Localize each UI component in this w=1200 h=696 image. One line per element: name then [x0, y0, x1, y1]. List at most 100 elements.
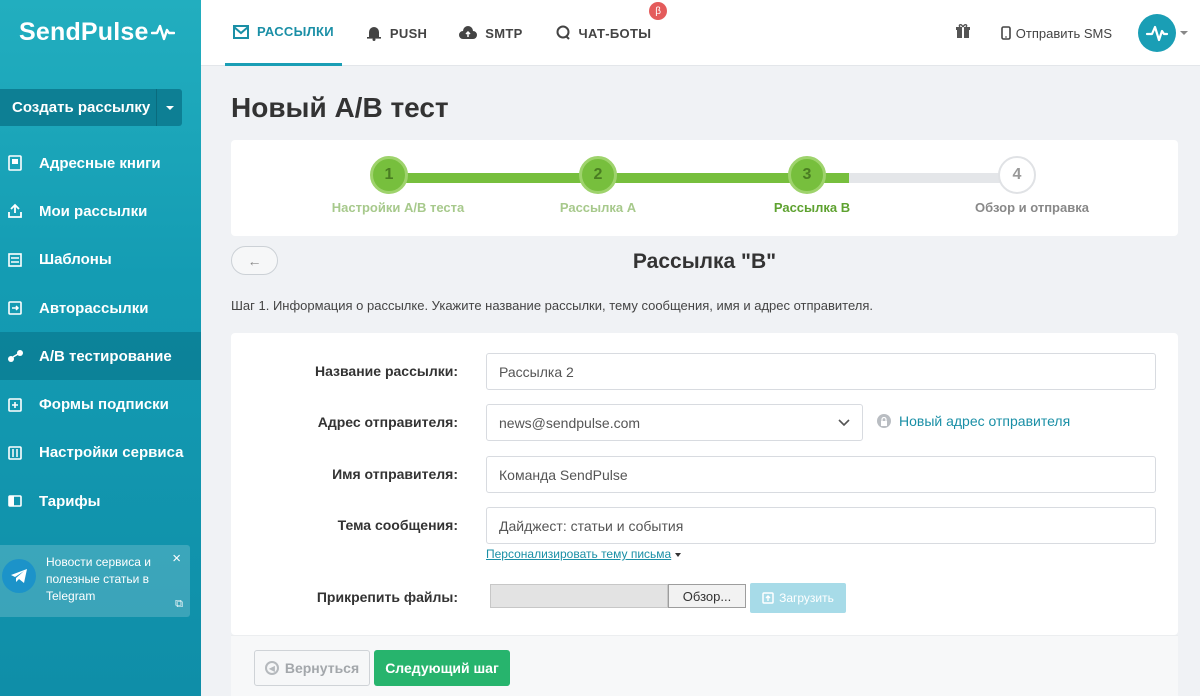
step-4-label: Обзор и отправка [975, 200, 1089, 215]
top-right-actions: Отправить SMS [955, 0, 1200, 66]
campaign-name-label: Название рассылки: [314, 363, 458, 379]
cloud-upload-icon [459, 26, 478, 39]
step-2-label[interactable]: Рассылка A [498, 200, 698, 215]
pricing-icon [0, 493, 39, 509]
subject-label: Тема сообщения: [337, 517, 458, 533]
mail-icon [233, 24, 249, 39]
tab-label: РАССЫЛКИ [257, 24, 334, 39]
form-footer: ◀ Вернуться Следующий шаг [231, 635, 1178, 696]
back-button-label: Вернуться [284, 660, 360, 676]
sidebar-item-label: A/B тестирование [39, 347, 172, 365]
new-sender-address-link[interactable]: Новый адрес отправителя [877, 413, 1070, 429]
telegram-banner[interactable]: Новости сервиса и полезные статьи в Tele… [0, 545, 190, 617]
campaign-name-input[interactable]: Рассылка 2 [486, 353, 1156, 390]
sidebar-item-ab-testing[interactable]: A/B тестирование [0, 332, 201, 381]
attach-files-label: Прикрепить файлы: [316, 589, 458, 605]
sidebar-item-label: Формы подписки [39, 396, 169, 414]
step-3-circle: 3 [788, 156, 826, 194]
pulse-icon [1145, 25, 1169, 42]
beta-badge: β [649, 2, 668, 20]
templates-icon [0, 252, 39, 268]
sidebar-item-pricing[interactable]: Тарифы [0, 477, 201, 525]
sender-address-value: news@sendpulse.com [499, 414, 641, 431]
sidebar-nav: Адресные книги Мои рассылки Шаблоны Авто… [0, 139, 201, 525]
upload-button[interactable]: Загрузить [750, 583, 846, 613]
sidebar-item-label: Мои рассылки [39, 202, 148, 220]
tab-chatbots[interactable]: ЧАТ-БОТЫ β [547, 0, 668, 66]
next-step-button[interactable]: Следующий шаг [374, 650, 510, 686]
subscription-form-icon [0, 397, 39, 413]
close-icon[interactable]: × [172, 550, 181, 567]
page-title: Новый A/B тест [231, 92, 449, 123]
upload-icon [0, 203, 39, 219]
sidebar-item-label: Тарифы [39, 492, 101, 510]
sender-name-input[interactable]: Команда SendPulse [486, 456, 1156, 493]
gift-icon[interactable] [955, 23, 971, 44]
personalize-subject-label: Персонализировать тему письма [486, 547, 672, 561]
step-1-label[interactable]: Настройки A/B теста [298, 200, 498, 215]
channel-tabs: РАССЫЛКИ PUSH SMTP ЧАТ-БОТЫ β [225, 0, 675, 66]
new-sender-address-label: Новый адрес отправителя [899, 413, 1071, 429]
sender-name-label: Имя отправителя: [332, 466, 458, 482]
telegram-icon [2, 559, 36, 593]
phone-icon [1000, 26, 1011, 40]
step-1-circle[interactable]: 1 [370, 156, 408, 194]
sidebar-item-service-settings[interactable]: Настройки сервиса [0, 429, 201, 477]
top-navigation: РАССЫЛКИ PUSH SMTP ЧАТ-БОТЫ β Отправить … [201, 0, 1200, 66]
sidebar-item-address-books[interactable]: Адресные книги [0, 139, 201, 187]
browse-button[interactable]: Обзор... [668, 584, 746, 608]
pulse-logo-icon [150, 24, 175, 41]
step-2-circle[interactable]: 2 [579, 156, 617, 194]
upload-file-icon [762, 592, 774, 604]
sidebar-item-label: Шаблоны [39, 251, 112, 269]
campaign-form: Название рассылки: Рассылка 2 Адрес отпр… [231, 333, 1178, 635]
bell-icon [366, 27, 381, 41]
chevron-down-icon [838, 418, 850, 426]
upload-label: Загрузить [779, 591, 834, 605]
telegram-banner-text: Новости сервиса и полезные статьи в Tele… [46, 555, 151, 603]
external-link-icon[interactable]: ⧉ [175, 598, 183, 611]
sidebar-item-label: Адресные книги [39, 154, 161, 172]
send-sms-button[interactable]: Отправить SMS [1000, 25, 1112, 41]
stepper-progress-done [389, 173, 849, 183]
sender-address-select[interactable]: news@sendpulse.com [486, 404, 863, 441]
create-campaign-button[interactable]: Создать рассылку [0, 89, 156, 126]
create-campaign-dropdown-toggle[interactable] [156, 89, 182, 126]
chevron-down-icon[interactable] [1180, 31, 1188, 35]
sidebar-item-label: Настройки сервиса [39, 444, 184, 462]
avatar[interactable] [1138, 14, 1176, 52]
step-instructions: Шаг 1. Информация о рассылке. Укажите на… [231, 298, 874, 313]
sender-address-label: Адрес отправителя: [317, 414, 458, 430]
step-3-label: Рассылка B [773, 200, 851, 215]
step-4-circle: 4 [998, 156, 1036, 194]
tab-label: ЧАТ-БОТЫ [578, 25, 652, 41]
file-path-field[interactable] [490, 584, 668, 608]
caret-down-icon [675, 552, 682, 557]
tab-push[interactable]: PUSH [358, 0, 435, 66]
sidebar-item-label: Авторассылки [39, 299, 149, 317]
stepper-progress-remaining [849, 173, 1017, 183]
sidebar-item-subscription-forms[interactable]: Формы подписки [0, 380, 201, 428]
send-sms-label: Отправить SMS [1015, 25, 1112, 41]
sidebar-item-templates[interactable]: Шаблоны [0, 236, 201, 284]
subject-input[interactable]: Дайджест: статьи и события [486, 507, 1156, 544]
tab-label: SMTP [485, 25, 523, 41]
logo-text: SendPulse [19, 17, 149, 46]
section-title: Рассылка "B" [632, 250, 777, 273]
ab-test-icon [0, 348, 39, 364]
tab-campaigns[interactable]: РАССЫЛКИ [225, 0, 342, 66]
automation-icon [0, 300, 39, 316]
lock-icon [877, 414, 891, 428]
tab-smtp[interactable]: SMTP [451, 0, 530, 66]
personalize-subject-link[interactable]: Персонализировать тему письма [486, 547, 682, 561]
wizard-stepper: 1 Настройки A/B теста 2 Рассылка A 3 Рас… [231, 140, 1178, 236]
arrow-left-circle-icon: ◀ [264, 661, 279, 675]
address-book-icon [0, 155, 39, 171]
sendpulse-logo[interactable]: SendPulse [0, 0, 201, 64]
tab-label: PUSH [389, 25, 428, 41]
sidebar-item-my-campaigns[interactable]: Мои рассылки [0, 187, 201, 235]
settings-icon [0, 445, 39, 461]
sidebar-item-automation[interactable]: Авторассылки [0, 284, 201, 332]
create-campaign-group: Создать рассылку [0, 89, 182, 126]
back-button[interactable]: ◀ Вернуться [254, 650, 370, 686]
